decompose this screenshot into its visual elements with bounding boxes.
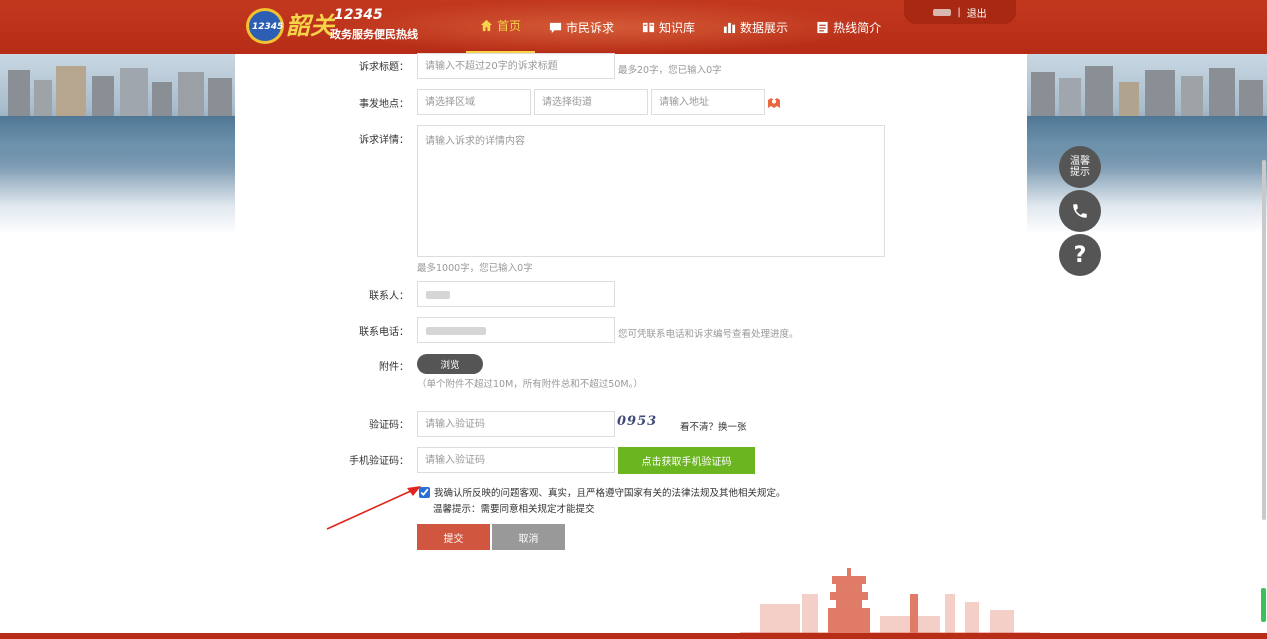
agreement-text: 我确认所反映的问题客观、真实，且严格遵守国家有关的法律法规及其他相关规定。 (434, 488, 786, 499)
nav-item-hotline-intro[interactable]: 热线简介 (802, 0, 895, 54)
title-label: 诉求标题： (359, 62, 409, 73)
detail-textarea[interactable] (417, 125, 885, 257)
home-icon (480, 19, 493, 32)
nav-item-home[interactable]: 首页 (466, 0, 536, 54)
nav-item-label: 数据展示 (740, 20, 789, 35)
map-pin-icon[interactable] (767, 95, 781, 109)
phone-hint: 您可凭联系电话和诉求编号查看处理进度。 (618, 329, 799, 340)
contact-value-redacted (426, 291, 450, 299)
captcha-image[interactable]: 0953 (617, 414, 675, 432)
logo-number: 12345 (334, 7, 383, 23)
contact-input[interactable] (417, 281, 615, 307)
detail-label: 诉求详情： (359, 135, 409, 146)
nav-item-label: 热线简介 (833, 20, 882, 35)
chat-icon (549, 22, 562, 33)
warm-tip-button[interactable]: 温馨 提示 (1059, 146, 1101, 188)
footer-bar (0, 633, 1267, 639)
warm-tip-line1: 温馨 (1070, 156, 1090, 167)
page-scrollbar[interactable] (1262, 160, 1266, 520)
captcha-text: 0953 (617, 414, 658, 429)
book-icon (642, 22, 655, 32)
nav-item-label: 首页 (497, 19, 522, 33)
region-select[interactable] (417, 89, 531, 115)
contact-label: 联系人： (369, 291, 409, 302)
street-select[interactable] (534, 89, 648, 115)
user-area: | 退出 (904, 0, 1016, 24)
phone-label: 联系电话： (359, 327, 409, 338)
cancel-button[interactable]: 取消 (492, 524, 565, 550)
browse-button[interactable]: 浏览 (417, 354, 483, 374)
scroll-indicator (1261, 588, 1266, 622)
submit-button[interactable]: 提交 (417, 524, 490, 550)
nav-item-label: 知识库 (659, 20, 696, 35)
left-city-scene (0, 54, 235, 234)
sms-code-input[interactable] (417, 447, 615, 473)
agreement-row[interactable]: 我确认所反映的问题客观、真实，且严格遵守国家有关的法律法规及其他相关规定。 (419, 485, 786, 499)
logo-script: 韶关 (286, 11, 334, 40)
phone-button[interactable] (1059, 190, 1101, 232)
sms-code-label: 手机验证码： (349, 456, 409, 467)
top-header: 12345 韶关 12345 政务服务便民热线 首页 市民诉求 知识库 数据展示… (0, 0, 1267, 54)
title-input[interactable] (417, 53, 615, 79)
attachment-hint: （单个附件不超过10M，所有附件总和不超过50M。） (417, 379, 643, 390)
captcha-input[interactable] (417, 411, 615, 437)
location-label: 事发地点： (359, 99, 409, 110)
warm-tip-line2: 提示 (1070, 167, 1090, 178)
annotation-arrow-icon (326, 486, 421, 530)
document-icon (817, 21, 828, 33)
logo-emblem-icon: 12345 (246, 8, 284, 44)
captcha-label: 验证码： (369, 420, 409, 431)
attachment-label: 附件： (379, 362, 409, 373)
main-nav: 首页 市民诉求 知识库 数据展示 热线简介 (466, 0, 895, 54)
nav-item-label: 市民诉求 (566, 20, 615, 35)
address-input[interactable] (651, 89, 765, 115)
logout-link[interactable]: 退出 (967, 5, 987, 20)
phone-input[interactable] (417, 317, 615, 343)
question-icon: ? (1073, 242, 1087, 268)
title-hint: 最多20字，您已输入0字 (618, 65, 722, 76)
city-landmark-illustration (740, 568, 1040, 634)
logo-subtitle: 政务服务便民热线 (330, 28, 418, 41)
nav-item-data-display[interactable]: 数据展示 (709, 0, 802, 54)
agreement-tip: 温馨提示：需要同意相关规定才能提交 (433, 504, 595, 515)
nav-item-citizen-requests[interactable]: 市民诉求 (535, 0, 628, 54)
site-logo[interactable]: 12345 韶关 12345 政务服务便民热线 (246, 6, 426, 46)
nav-item-knowledge-base[interactable]: 知识库 (628, 0, 709, 54)
get-sms-code-button[interactable]: 点击获取手机验证码 (618, 447, 755, 474)
captcha-refresh-link[interactable]: 看不清？换一张 (680, 419, 747, 433)
help-button[interactable]: ? (1059, 234, 1101, 276)
phone-icon (1073, 204, 1087, 218)
phone-value-redacted (426, 327, 486, 335)
complaint-form: 诉求标题： 最多20字，您已输入0字 事发地点： 诉求详情： 最多1000字，您… (235, 53, 1027, 634)
detail-hint: 最多1000字，您已输入0字 (417, 263, 533, 274)
username-redacted[interactable] (933, 8, 952, 16)
user-separator: | (957, 6, 961, 18)
bar-chart-icon (723, 22, 736, 33)
